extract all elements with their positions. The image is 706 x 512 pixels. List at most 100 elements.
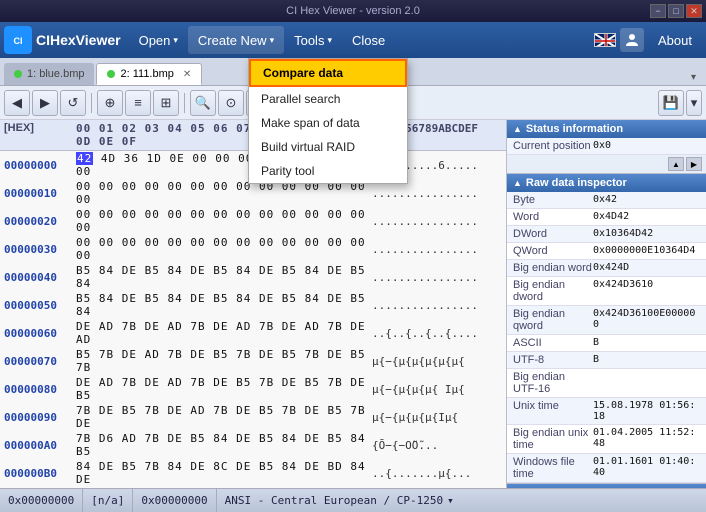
hex-row-addr: 000000B0 xyxy=(4,467,76,480)
hex-row[interactable]: 00000050B5 84 DE B5 84 DE B5 84 DE B5 84… xyxy=(0,291,506,319)
hex-rows[interactable]: 0000000042 4D 36 1D 0E 00 00 00 00 00 36… xyxy=(0,151,506,488)
panel-row: Windows file time01.01.1601 01:40:40 xyxy=(507,454,706,483)
user-icon[interactable] xyxy=(620,28,644,52)
search-button[interactable]: 🔍 xyxy=(190,90,216,116)
panel-row-label: Big endian qword xyxy=(513,308,593,332)
menu-open-label: Open xyxy=(139,33,171,48)
hex-row[interactable]: 000000B084 DE B5 7B 84 DE 8C DE B5 84 DE… xyxy=(0,459,506,487)
menu-create-new[interactable]: Create New ▾ xyxy=(188,26,284,54)
tabs-scroll-arrow[interactable]: ▾ xyxy=(685,70,702,85)
hex-row-ascii: ................ xyxy=(372,243,502,256)
section-title: Status information xyxy=(526,123,623,135)
save-button[interactable]: 💾 xyxy=(658,90,684,116)
menu-tools-label: Tools xyxy=(294,33,324,48)
panel-section-header[interactable]: ▲ Status information xyxy=(507,120,706,138)
close-button[interactable]: ✕ xyxy=(686,4,702,18)
panel-row-label: Big endian word xyxy=(513,262,593,274)
back-button[interactable]: ◀ xyxy=(4,90,30,116)
hex-row[interactable]: 000000907B DE B5 7B DE AD 7B DE B5 7B DE… xyxy=(0,403,506,431)
panel-row: Big endian UTF-16 xyxy=(507,369,706,398)
section-title: Raw data inspector xyxy=(526,177,627,189)
minimize-button[interactable]: − xyxy=(650,4,666,18)
tab-2-label: 2: 111.bmp xyxy=(120,68,173,80)
dropdown-item-span[interactable]: Make span of data xyxy=(249,111,407,135)
app-logo: CI CIHexViewer xyxy=(4,26,121,54)
hex-row-ascii: μ{−{μ{μ{μ{μ{μ{ xyxy=(372,355,502,368)
dropdown-item-compare[interactable]: Compare data xyxy=(249,59,407,87)
panel-row-value: 0x424D36100E000000 xyxy=(593,308,700,332)
panel-row: Big endian word0x424D xyxy=(507,260,706,277)
hex-row[interactable]: 000000A07B D6 AD 7B DE B5 84 DE B5 84 DE… xyxy=(0,431,506,459)
panel-row: DWord0x10364D42 xyxy=(507,226,706,243)
scroll-down-arrow[interactable]: ▶ xyxy=(686,157,702,171)
panel-row-label: Windows file time xyxy=(513,456,593,480)
hex-row-bytes: B5 84 DE B5 84 DE B5 84 DE B5 84 DE B5 8… xyxy=(76,292,372,318)
hex-row-addr: 00000050 xyxy=(4,299,76,312)
panel-row-value: 01.01.1601 01:40:40 xyxy=(593,456,700,480)
forward-button[interactable]: ▶ xyxy=(32,90,58,116)
panel-section-header[interactable]: ▲Raw data inspector xyxy=(507,174,706,192)
dropdown-item-parallel[interactable]: Parallel search xyxy=(249,87,407,111)
panel-section: ▲Data source propertiesSource typeFileSo… xyxy=(507,484,706,488)
hex-row-bytes: 7B D6 AD 7B DE B5 84 DE B5 84 DE B5 84 B… xyxy=(76,432,372,458)
status-position: 0x00000000 xyxy=(0,489,83,512)
hex-row[interactable]: 0000002000 00 00 00 00 00 00 00 00 00 00… xyxy=(0,207,506,235)
hex-row[interactable]: 00000060DE AD 7B DE AD 7B DE AD 7B DE AD… xyxy=(0,319,506,347)
hex-row[interactable]: 0000003000 00 00 00 00 00 00 00 00 00 00… xyxy=(0,235,506,263)
tab-1[interactable]: 1: blue.bmp xyxy=(4,63,94,85)
hex-row[interactable]: 00000080DE AD 7B DE AD 7B DE B5 7B DE B5… xyxy=(0,375,506,403)
hex-row[interactable]: 000000C0B5 8C DE 84 DE B5 84 DE 84 BD 84… xyxy=(0,487,506,488)
panel-section-header[interactable]: ▲Data source properties xyxy=(507,484,706,488)
panel-row-value: 0x0 xyxy=(593,140,611,152)
hex-row[interactable]: 00000070B5 7B DE AD 7B DE B5 7B DE B5 7B… xyxy=(0,347,506,375)
menu-create-new-label: Create New xyxy=(198,33,267,48)
dropdown-menu: Compare data Parallel search Make span o… xyxy=(248,58,408,184)
save-dropdown[interactable]: ▾ xyxy=(686,90,702,116)
hex-row-ascii: μ{−{μ{μ{μ{Ιμ{ xyxy=(372,411,502,424)
about-menu[interactable]: About xyxy=(648,29,702,52)
hex-row-bytes: 00 00 00 00 00 00 00 00 00 00 00 00 00 0… xyxy=(76,208,372,234)
hex-row-addr: 00000090 xyxy=(4,411,76,424)
bookmark-button[interactable]: ⊕ xyxy=(97,90,123,116)
list-button[interactable]: ≡ xyxy=(125,90,151,116)
menu-open-arrow: ▾ xyxy=(173,35,178,46)
dropdown-item-parity[interactable]: Parity tool xyxy=(249,159,407,183)
panel-row-value: 01.04.2005 11:52:48 xyxy=(593,427,700,451)
menu-tools[interactable]: Tools ▾ xyxy=(284,26,342,54)
dropdown-item-raid[interactable]: Build virtual RAID xyxy=(249,135,407,159)
hex-row-ascii: μ{−{μ{μ{μ{ Ιμ{ xyxy=(372,383,502,396)
hex-row[interactable]: 00000040B5 84 DE B5 84 DE B5 84 DE B5 84… xyxy=(0,263,506,291)
panel-row: Unix time15.08.1978 01:56:18 xyxy=(507,398,706,425)
panel-row: Big endian qword0x424D36100E000000 xyxy=(507,306,706,335)
scroll-up-arrow[interactable]: ▲ xyxy=(668,157,684,171)
hex-row-ascii: ..{.......μ{... xyxy=(372,467,502,480)
menu-bar: CI CIHexViewer Open ▾ Create New ▾ Tools… xyxy=(0,22,706,58)
panel-row-label: Unix time xyxy=(513,400,593,422)
about-label: About xyxy=(658,33,692,48)
section-arrow-icon: ▲ xyxy=(513,124,522,134)
grid-button[interactable]: ⊞ xyxy=(153,90,179,116)
status-encoding[interactable]: ANSI - Central European / CP-1250 ▾ xyxy=(217,489,706,512)
panel-row-value: B xyxy=(593,337,599,349)
tab-2-close[interactable]: ✕ xyxy=(183,69,191,80)
hex-row-ascii: ................ xyxy=(372,187,502,200)
panel-row-value: 0x4D42 xyxy=(593,211,629,223)
tab-2[interactable]: 2: 111.bmp ✕ xyxy=(96,63,202,85)
tab-2-dot xyxy=(107,70,115,78)
status-offset: 0x00000000 xyxy=(133,489,216,512)
menu-open[interactable]: Open ▾ xyxy=(129,26,188,54)
panel-row-value: 0x10364D42 xyxy=(593,228,653,240)
maximize-button[interactable]: □ xyxy=(668,4,684,18)
circle-button[interactable]: ⊙ xyxy=(218,90,244,116)
panel-section: ▲Status informationCurrent position0x0▲▶ xyxy=(507,120,706,174)
hex-row-addr: 00000020 xyxy=(4,215,76,228)
panel-row-label: Word xyxy=(513,211,593,223)
panel-row: Current position0x0 xyxy=(507,138,706,155)
menu-close[interactable]: Close xyxy=(342,26,395,54)
panel-row-label: Big endian unix time xyxy=(513,427,593,451)
menu-tools-arrow: ▾ xyxy=(327,35,332,46)
panel-row-value: 0x0000000E10364D4 xyxy=(593,245,695,257)
logo-text: CIHexViewer xyxy=(36,32,121,48)
encoding-dropdown-arrow[interactable]: ▾ xyxy=(447,494,454,507)
refresh-button[interactable]: ↺ xyxy=(60,90,86,116)
